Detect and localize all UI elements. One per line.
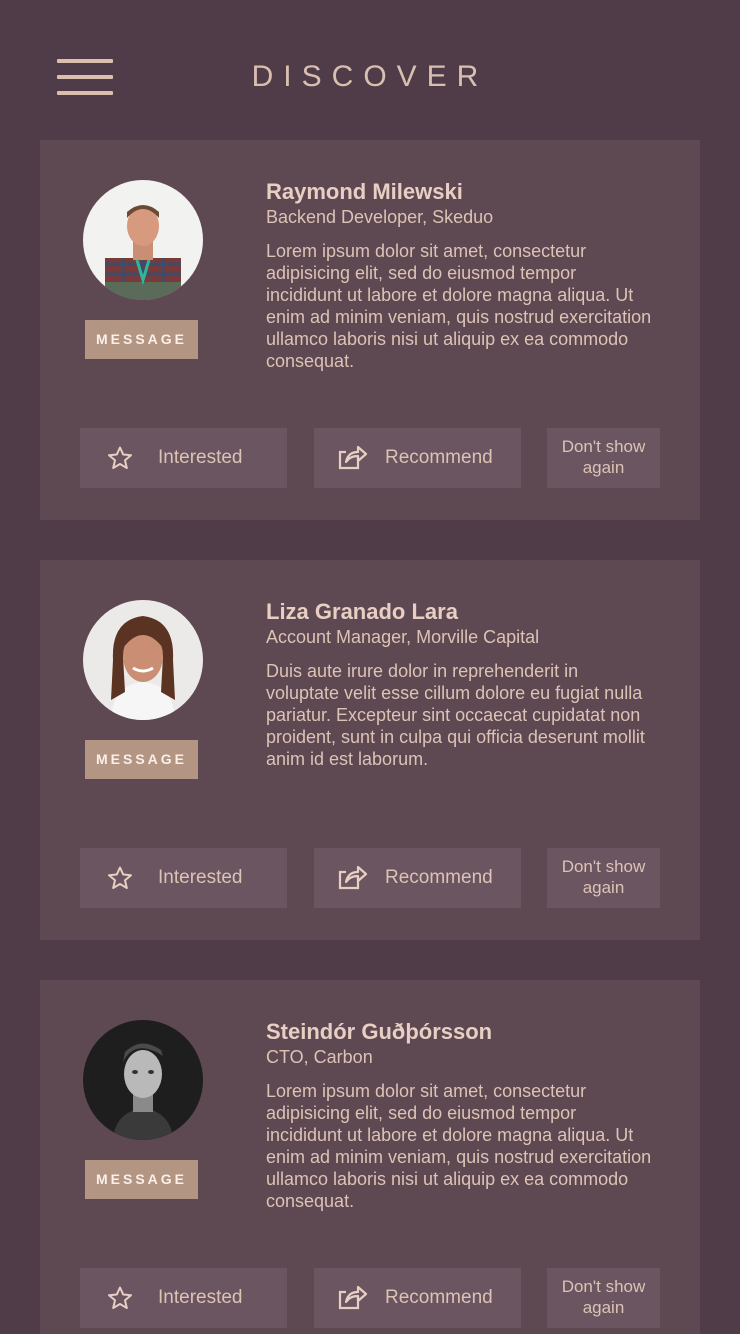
dont-show-again-button[interactable]: Don't show again bbox=[547, 1268, 660, 1328]
interested-label: Interested bbox=[158, 447, 243, 468]
message-button[interactable]: MESSAGE bbox=[85, 740, 198, 779]
dont-show-again-button[interactable]: Don't show again bbox=[547, 848, 660, 908]
profile-info: Raymond Milewski Backend Developer, Sked… bbox=[266, 178, 656, 372]
profile-info: Steindór Guðþórsson CTO, Carbon Lorem ip… bbox=[266, 1018, 656, 1212]
app-header: DISCOVER bbox=[0, 0, 740, 140]
star-icon bbox=[108, 866, 132, 889]
share-icon bbox=[338, 445, 368, 470]
message-button[interactable]: MESSAGE bbox=[85, 320, 198, 359]
share-icon bbox=[338, 865, 368, 890]
avatar bbox=[83, 1020, 203, 1140]
interested-label: Interested bbox=[158, 867, 243, 888]
profile-name: Raymond Milewski bbox=[266, 179, 463, 204]
share-icon bbox=[338, 1285, 368, 1310]
profile-bio: Lorem ipsum dolor sit amet, consectetur … bbox=[266, 241, 652, 371]
recommend-label: Recommend bbox=[385, 1287, 493, 1308]
star-icon bbox=[108, 1286, 132, 1309]
profile-role: CTO, Carbon bbox=[266, 1047, 373, 1067]
profile-name: Liza Granado Lara bbox=[266, 599, 458, 624]
profile-info: Liza Granado Lara Account Manager, Morvi… bbox=[266, 598, 656, 770]
interested-label: Interested bbox=[158, 1287, 243, 1308]
profile-name: Steindór Guðþórsson bbox=[266, 1019, 493, 1044]
avatar bbox=[83, 180, 203, 300]
profile-bio: Duis aute irure dolor in reprehenderit i… bbox=[266, 661, 645, 769]
interested-button[interactable]: Interested bbox=[80, 848, 287, 908]
profile-role: Backend Developer, Skeduo bbox=[266, 207, 494, 227]
profile-bio: Lorem ipsum dolor sit amet, consectetur … bbox=[266, 1081, 652, 1211]
recommend-label: Recommend bbox=[385, 447, 493, 468]
dont-show-again-button[interactable]: Don't show again bbox=[547, 428, 660, 488]
star-icon bbox=[108, 446, 132, 469]
profile-card: MESSAGE Liza Granado Lara Account Manage… bbox=[40, 560, 700, 940]
avatar bbox=[83, 600, 203, 720]
interested-button[interactable]: Interested bbox=[80, 1268, 287, 1328]
recommend-button[interactable]: Recommend bbox=[314, 428, 521, 488]
profile-card: MESSAGE Raymond Milewski Backend Develop… bbox=[40, 140, 700, 520]
recommend-label: Recommend bbox=[385, 867, 493, 888]
recommend-button[interactable]: Recommend bbox=[314, 1268, 521, 1328]
recommend-button[interactable]: Recommend bbox=[314, 848, 521, 908]
profile-card: MESSAGE Steindór Guðþórsson CTO, Carbon … bbox=[40, 980, 700, 1334]
profile-role: Account Manager, Morville Capital bbox=[266, 627, 540, 647]
page-title: DISCOVER bbox=[251, 60, 489, 93]
message-button[interactable]: MESSAGE bbox=[85, 1160, 198, 1199]
interested-button[interactable]: Interested bbox=[80, 428, 287, 488]
